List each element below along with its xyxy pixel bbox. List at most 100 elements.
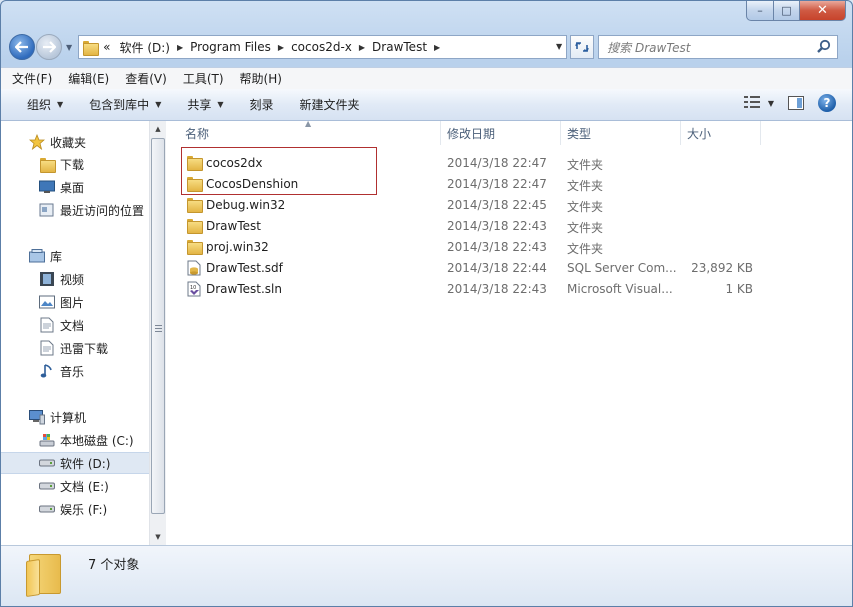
menu-bar: 文件(F) 编辑(E) 查看(V) 工具(T) 帮助(H) bbox=[1, 67, 852, 89]
breadcrumb-item[interactable]: Program Files bbox=[190, 40, 271, 54]
breadcrumb-item[interactable]: DrawTest bbox=[372, 40, 427, 54]
large-folder-icon bbox=[26, 554, 62, 594]
nav-label: 最近访问的位置 bbox=[60, 203, 145, 218]
column-header-date[interactable]: 修改日期 bbox=[441, 121, 561, 145]
nav-item-pictures[interactable]: 图片 bbox=[1, 291, 149, 313]
help-icon[interactable]: ? bbox=[818, 94, 836, 112]
file-row[interactable]: DrawTest.sdf 2014/3/18 22:44 SQL Server … bbox=[182, 258, 782, 279]
back-arrow-icon bbox=[15, 41, 28, 53]
scrollbar-thumb[interactable] bbox=[151, 138, 165, 514]
nav-label: 下载 bbox=[60, 157, 85, 172]
share-button[interactable]: 共享 ▼ bbox=[187, 96, 223, 113]
nav-label: 计算机 bbox=[50, 410, 87, 425]
nav-item-xunlei-downloads[interactable]: 迅雷下载 bbox=[1, 337, 149, 359]
nav-label: 迅雷下载 bbox=[60, 341, 109, 356]
nav-label: 软件 (D:) bbox=[60, 456, 111, 471]
navigation-bar: ▼ « 软件 (D:) ▶ Program Files ▶ cocos2d-x … bbox=[9, 33, 849, 61]
search-icon[interactable] bbox=[816, 39, 832, 55]
maximize-button[interactable]: □ bbox=[774, 1, 800, 21]
sort-ascending-icon: ▲ bbox=[305, 119, 312, 128]
include-in-library-label: 包含到库中 bbox=[89, 98, 150, 112]
minimize-button[interactable]: – bbox=[746, 1, 774, 21]
forward-button[interactable] bbox=[36, 34, 62, 60]
music-note-icon bbox=[39, 363, 55, 379]
refresh-button[interactable] bbox=[570, 35, 595, 59]
breadcrumb-overflow[interactable]: « bbox=[103, 40, 110, 54]
breadcrumb-item[interactable]: cocos2d-x bbox=[291, 40, 352, 54]
nav-pane-scrollbar[interactable]: ▲ ▼ bbox=[149, 121, 166, 545]
file-type: SQL Server Com... bbox=[567, 261, 677, 275]
nav-item-drive-c[interactable]: 本地磁盘 (C:) bbox=[1, 429, 149, 451]
burn-button[interactable]: 刻录 bbox=[250, 96, 274, 113]
caption-buttons: – □ ✕ bbox=[746, 1, 846, 21]
nav-label: 本地磁盘 (C:) bbox=[60, 433, 134, 448]
breadcrumb-item[interactable]: 软件 (D:) bbox=[120, 39, 170, 56]
breadcrumb-separator-icon[interactable]: ▶ bbox=[177, 43, 183, 52]
scroll-down-icon[interactable]: ▼ bbox=[150, 529, 166, 545]
video-icon bbox=[39, 271, 55, 287]
system-drive-icon bbox=[39, 432, 55, 448]
column-header-name[interactable]: 名称 ▲ bbox=[166, 119, 441, 145]
file-size: 23,892 KB bbox=[691, 261, 753, 275]
nav-label: 音乐 bbox=[60, 364, 85, 379]
organize-label: 组织 bbox=[27, 98, 52, 112]
file-row[interactable]: Debug.win32 2014/3/18 22:45 文件夹 bbox=[182, 195, 782, 216]
address-history-dropdown[interactable]: ▼ bbox=[556, 42, 562, 51]
nav-computer[interactable]: 计算机 bbox=[1, 406, 149, 428]
organize-button[interactable]: 组织 ▼ bbox=[27, 96, 63, 113]
breadcrumb-separator-icon[interactable]: ▶ bbox=[359, 43, 365, 52]
libraries-icon bbox=[29, 248, 45, 264]
nav-item-drive-f[interactable]: 娱乐 (F:) bbox=[1, 498, 149, 520]
nav-item-downloads[interactable]: 下载 bbox=[1, 153, 149, 175]
nav-item-desktop[interactable]: 桌面 bbox=[1, 176, 149, 198]
address-bar[interactable]: « 软件 (D:) ▶ Program Files ▶ cocos2d-x ▶ … bbox=[78, 35, 568, 59]
nav-item-documents[interactable]: 文档 bbox=[1, 314, 149, 336]
recent-places-icon bbox=[39, 202, 55, 218]
nav-item-drive-d[interactable]: 软件 (D:) bbox=[1, 452, 149, 474]
menu-edit[interactable]: 编辑(E) bbox=[68, 70, 109, 87]
svg-text:10: 10 bbox=[190, 285, 196, 291]
menu-tools[interactable]: 工具(T) bbox=[183, 70, 224, 87]
file-date: 2014/3/18 22:44 bbox=[447, 261, 547, 275]
nav-item-drive-e[interactable]: 文档 (E:) bbox=[1, 475, 149, 497]
scroll-up-icon[interactable]: ▲ bbox=[150, 121, 166, 137]
breadcrumb-separator-icon[interactable]: ▶ bbox=[278, 43, 284, 52]
menu-view[interactable]: 查看(V) bbox=[125, 70, 167, 87]
back-button[interactable] bbox=[9, 34, 35, 60]
recent-pages-dropdown[interactable]: ▼ bbox=[66, 43, 72, 52]
include-in-library-button[interactable]: 包含到库中 ▼ bbox=[89, 96, 161, 113]
nav-label: 娱乐 (F:) bbox=[60, 502, 108, 517]
desktop-icon bbox=[39, 179, 55, 195]
details-pane: 7 个对象 bbox=[1, 545, 852, 606]
folder-icon bbox=[83, 40, 100, 56]
nav-item-recent-places[interactable]: 最近访问的位置 bbox=[1, 199, 149, 221]
view-options-icon[interactable] bbox=[743, 96, 762, 110]
menu-help[interactable]: 帮助(H) bbox=[240, 70, 282, 87]
file-type: 文件夹 bbox=[567, 242, 604, 256]
search-placeholder: 搜索 DrawTest bbox=[607, 40, 691, 55]
column-header-type[interactable]: 类型 bbox=[561, 121, 681, 145]
file-name: DrawTest.sdf bbox=[206, 261, 283, 275]
drive-icon bbox=[39, 501, 55, 517]
close-button[interactable]: ✕ bbox=[800, 1, 846, 21]
new-folder-button[interactable]: 新建文件夹 bbox=[300, 96, 360, 113]
file-row[interactable]: 10 DrawTest.sln 2014/3/18 22:43 Microsof… bbox=[182, 279, 782, 300]
view-dropdown-icon[interactable]: ▼ bbox=[768, 99, 774, 108]
nav-favorites[interactable]: 收藏夹 bbox=[1, 131, 149, 153]
file-name: DrawTest bbox=[206, 219, 261, 233]
menu-file[interactable]: 文件(F) bbox=[12, 70, 52, 87]
nav-label: 图片 bbox=[60, 295, 85, 310]
nav-libraries[interactable]: 库 bbox=[1, 245, 149, 267]
file-row[interactable]: proj.win32 2014/3/18 22:43 文件夹 bbox=[182, 237, 782, 258]
file-date: 2014/3/18 22:47 bbox=[447, 156, 547, 170]
file-row[interactable]: DrawTest 2014/3/18 22:43 文件夹 bbox=[182, 216, 782, 237]
command-bar: 组织 ▼ 包含到库中 ▼ 共享 ▼ 刻录 新建文件夹 ▼ ? bbox=[1, 89, 852, 121]
nav-item-videos[interactable]: 视频 bbox=[1, 268, 149, 290]
breadcrumb-separator-icon[interactable]: ▶ bbox=[434, 43, 440, 52]
preview-pane-icon[interactable] bbox=[788, 96, 804, 110]
nav-label: 文档 (E:) bbox=[60, 479, 109, 494]
nav-item-music[interactable]: 音乐 bbox=[1, 360, 149, 382]
documents-icon bbox=[39, 340, 55, 356]
column-header-size[interactable]: 大小 bbox=[681, 121, 761, 145]
search-input[interactable]: 搜索 DrawTest bbox=[598, 35, 839, 59]
